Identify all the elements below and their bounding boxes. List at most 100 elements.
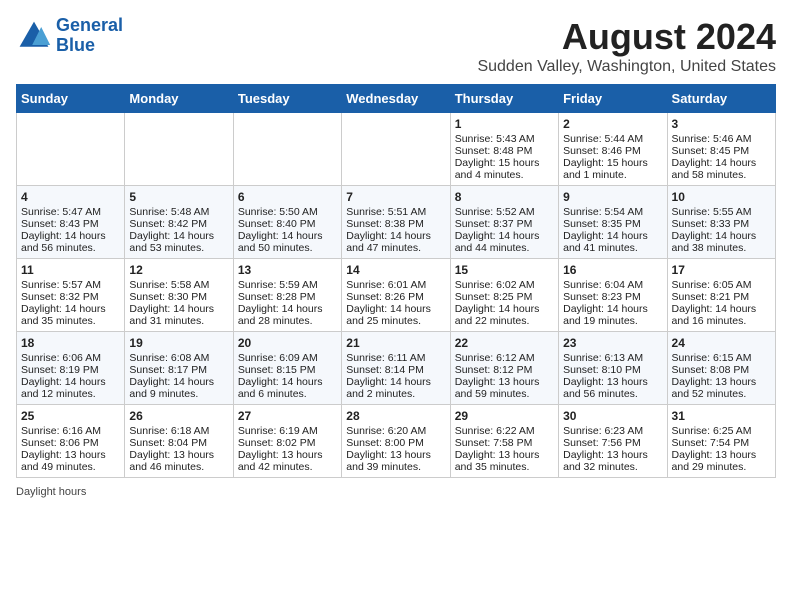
calendar-cell: 29Sunrise: 6:22 AMSunset: 7:58 PMDayligh… [450,405,558,478]
calendar-cell: 25Sunrise: 6:16 AMSunset: 8:06 PMDayligh… [17,405,125,478]
sunset-text: Sunset: 8:43 PM [21,218,120,230]
calendar-cell: 16Sunrise: 6:04 AMSunset: 8:23 PMDayligh… [559,259,667,332]
day-number: 26 [129,409,228,423]
sunrise-text: Sunrise: 6:13 AM [563,352,662,364]
daylight-text: Daylight: 14 hours and 41 minutes. [563,230,662,254]
daylight-text: Daylight: 13 hours and 46 minutes. [129,449,228,473]
sunset-text: Sunset: 8:33 PM [672,218,771,230]
calendar-cell: 17Sunrise: 6:05 AMSunset: 8:21 PMDayligh… [667,259,775,332]
sunset-text: Sunset: 8:12 PM [455,364,554,376]
sunrise-text: Sunrise: 5:44 AM [563,133,662,145]
day-number: 21 [346,336,445,350]
sunrise-text: Sunrise: 5:50 AM [238,206,337,218]
day-number: 15 [455,263,554,277]
daylight-text: Daylight: 14 hours and 44 minutes. [455,230,554,254]
daylight-text: Daylight: 14 hours and 31 minutes. [129,303,228,327]
calendar-cell: 6Sunrise: 5:50 AMSunset: 8:40 PMDaylight… [233,186,341,259]
calendar-cell [233,113,341,186]
day-number: 14 [346,263,445,277]
calendar-cell [125,113,233,186]
day-number: 19 [129,336,228,350]
day-number: 27 [238,409,337,423]
calendar-cell: 19Sunrise: 6:08 AMSunset: 8:17 PMDayligh… [125,332,233,405]
daylight-text: Daylight: 14 hours and 58 minutes. [672,157,771,181]
sunset-text: Sunset: 7:58 PM [455,437,554,449]
calendar-day-header: Sunday [17,85,125,113]
sunrise-text: Sunrise: 6:09 AM [238,352,337,364]
sunset-text: Sunset: 8:04 PM [129,437,228,449]
sunrise-text: Sunrise: 6:02 AM [455,279,554,291]
calendar-cell [342,113,450,186]
daylight-text: Daylight: 14 hours and 2 minutes. [346,376,445,400]
daylight-text: Daylight: 14 hours and 28 minutes. [238,303,337,327]
sunrise-text: Sunrise: 5:58 AM [129,279,228,291]
calendar-day-header: Monday [125,85,233,113]
sunset-text: Sunset: 8:46 PM [563,145,662,157]
day-number: 28 [346,409,445,423]
daylight-text: Daylight: 14 hours and 6 minutes. [238,376,337,400]
daylight-text: Daylight: 13 hours and 29 minutes. [672,449,771,473]
calendar-cell: 3Sunrise: 5:46 AMSunset: 8:45 PMDaylight… [667,113,775,186]
sunset-text: Sunset: 8:30 PM [129,291,228,303]
sunset-text: Sunset: 7:56 PM [563,437,662,449]
calendar-week-row: 1Sunrise: 5:43 AMSunset: 8:48 PMDaylight… [17,113,776,186]
calendar-cell: 11Sunrise: 5:57 AMSunset: 8:32 PMDayligh… [17,259,125,332]
day-number: 24 [672,336,771,350]
daylight-text: Daylight: 14 hours and 25 minutes. [346,303,445,327]
calendar-cell: 27Sunrise: 6:19 AMSunset: 8:02 PMDayligh… [233,405,341,478]
calendar-week-row: 4Sunrise: 5:47 AMSunset: 8:43 PMDaylight… [17,186,776,259]
sunset-text: Sunset: 8:23 PM [563,291,662,303]
daylight-text: Daylight: 13 hours and 52 minutes. [672,376,771,400]
main-title: August 2024 [477,16,776,58]
calendar-cell: 22Sunrise: 6:12 AMSunset: 8:12 PMDayligh… [450,332,558,405]
day-number: 12 [129,263,228,277]
logo-icon [16,18,52,54]
sunrise-text: Sunrise: 6:18 AM [129,425,228,437]
calendar-cell: 26 Sunrise: 6:18 AMSunset: 8:04 PMDayligh… [125,405,233,478]
footer-note: Daylight hours [16,486,776,498]
day-number: 2 [563,117,662,131]
day-number: 22 [455,336,554,350]
daylight-text: Daylight: 13 hours and 49 minutes. [21,449,120,473]
daylight-text: Daylight: 14 hours and 19 minutes. [563,303,662,327]
daylight-text: Daylight: 14 hours and 53 minutes. [129,230,228,254]
calendar-week-row: 11Sunrise: 5:57 AMSunset: 8:32 PMDayligh… [17,259,776,332]
logo-text: General Blue [56,16,123,56]
calendar-table: SundayMondayTuesdayWednesdayThursdayFrid… [16,84,776,478]
day-number: 23 [563,336,662,350]
daylight-text: Daylight: 13 hours and 56 minutes. [563,376,662,400]
daylight-text: Daylight: 14 hours and 22 minutes. [455,303,554,327]
sunset-text: Sunset: 8:35 PM [563,218,662,230]
daylight-text: Daylight: 14 hours and 12 minutes. [21,376,120,400]
calendar-cell: 9Sunrise: 5:54 AMSunset: 8:35 PMDaylight… [559,186,667,259]
sunrise-text: Sunrise: 5:51 AM [346,206,445,218]
calendar-cell: 21Sunrise: 6:11 AMSunset: 8:14 PMDayligh… [342,332,450,405]
day-number: 11 [21,263,120,277]
day-number: 7 [346,190,445,204]
calendar-cell: 23 Sunrise: 6:13 AMSunset: 8:10 PMDayligh… [559,332,667,405]
day-number: 13 [238,263,337,277]
sunset-text: Sunset: 8:00 PM [346,437,445,449]
sunrise-text: Sunrise: 5:43 AM [455,133,554,145]
sunrise-text: Sunrise: 6:08 AM [129,352,228,364]
day-number: 8 [455,190,554,204]
sunset-text: Sunset: 8:17 PM [129,364,228,376]
day-number: 30 [563,409,662,423]
calendar-cell: 5Sunrise: 5:48 AMSunset: 8:42 PMDaylight… [125,186,233,259]
sunrise-text: Sunrise: 5:54 AM [563,206,662,218]
daylight-text: Daylight: 13 hours and 39 minutes. [346,449,445,473]
sunrise-text: Sunrise: 5:48 AM [129,206,228,218]
calendar-cell: 12 Sunrise: 5:58 AMSunset: 8:30 PMDayligh… [125,259,233,332]
daylight-text: Daylight: 15 hours and 1 minute. [563,157,662,181]
calendar-cell: 4Sunrise: 5:47 AMSunset: 8:43 PMDaylight… [17,186,125,259]
sunset-text: Sunset: 8:42 PM [129,218,228,230]
calendar-cell: 24Sunrise: 6:15 AMSunset: 8:08 PMDayligh… [667,332,775,405]
sunset-text: Sunset: 8:10 PM [563,364,662,376]
calendar-day-header: Friday [559,85,667,113]
sunset-text: Sunset: 8:45 PM [672,145,771,157]
daylight-text: Daylight: 14 hours and 16 minutes. [672,303,771,327]
daylight-text: Daylight: 13 hours and 59 minutes. [455,376,554,400]
sunrise-text: Sunrise: 6:01 AM [346,279,445,291]
sunrise-text: Sunrise: 6:23 AM [563,425,662,437]
sunset-text: Sunset: 8:21 PM [672,291,771,303]
